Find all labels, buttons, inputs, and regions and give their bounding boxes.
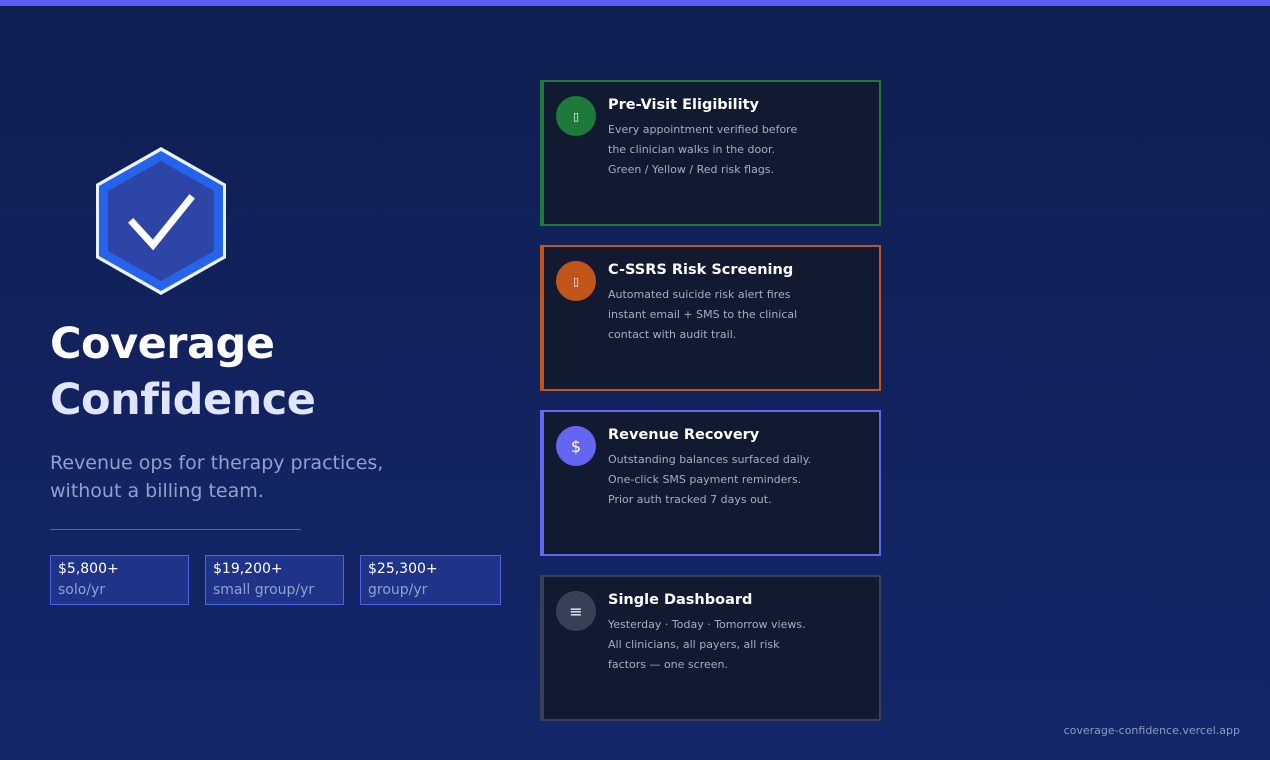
- feature-card-revenue-recovery: $ Revenue Recovery Outstanding balances …: [540, 410, 881, 556]
- tagline-line-2: without a billing team.: [50, 480, 264, 502]
- shield-check-icon: [96, 147, 226, 295]
- feature-description: Every appointment verified before the cl…: [608, 120, 868, 180]
- feature-line: Outstanding balances surfaced daily.: [608, 453, 812, 466]
- top-accent-bar: [0, 0, 1270, 6]
- stat-label: group/yr: [368, 582, 428, 598]
- feature-title: Revenue Recovery: [608, 427, 760, 443]
- dollar-icon: $: [556, 426, 596, 466]
- menu-icon: ≡: [556, 591, 596, 631]
- feature-description: Automated suicide risk alert fires insta…: [608, 285, 868, 345]
- tagline-line-1: Revenue ops for therapy practices,: [50, 452, 384, 474]
- title-line-2: Confidence: [50, 375, 316, 425]
- feature-line: the clinician walks in the door.: [608, 143, 775, 156]
- feature-line: contact with audit trail.: [608, 328, 737, 341]
- feature-line: One-click SMS payment reminders.: [608, 473, 802, 486]
- feature-title: Single Dashboard: [608, 592, 753, 608]
- feature-card-single-dashboard: ≡ Single Dashboard Yesterday · Today · T…: [540, 575, 881, 721]
- feature-description: Yesterday · Today · Tomorrow views. All …: [608, 615, 868, 675]
- tagline: Revenue ops for therapy practices, witho…: [50, 449, 410, 505]
- feature-line: Prior auth tracked 7 days out.: [608, 493, 772, 506]
- feature-line: Green / Yellow / Red risk flags.: [608, 163, 775, 176]
- feature-card-risk-screening: ▯ C-SSRS Risk Screening Automated suicid…: [540, 245, 881, 391]
- stat-value: $5,800+: [58, 561, 119, 577]
- feature-line: factors — one screen.: [608, 658, 728, 671]
- stat-small-group: $19,200+ small group/yr: [205, 555, 344, 605]
- title-line-1: Coverage: [50, 319, 275, 369]
- divider: [50, 529, 301, 530]
- stat-label: solo/yr: [58, 582, 106, 598]
- feature-description: Outstanding balances surfaced daily. One…: [608, 450, 868, 510]
- feature-line: Every appointment verified before: [608, 123, 798, 136]
- clipboard-icon: ▯: [556, 96, 596, 136]
- stat-solo: $5,800+ solo/yr: [50, 555, 189, 605]
- feature-title: C-SSRS Risk Screening: [608, 262, 794, 278]
- feature-card-pre-visit-eligibility: ▯ Pre-Visit Eligibility Every appointmen…: [540, 80, 881, 226]
- feature-line: instant email + SMS to the clinical: [608, 308, 798, 321]
- feature-line: All clinicians, all payers, all risk: [608, 638, 780, 651]
- footer-url[interactable]: coverage-confidence.vercel.app: [1064, 723, 1240, 739]
- stat-value: $25,300+: [368, 561, 438, 577]
- feature-line: Automated suicide risk alert fires: [608, 288, 791, 301]
- stat-label: small group/yr: [213, 582, 315, 598]
- feature-title: Pre-Visit Eligibility: [608, 97, 759, 113]
- page-title: Coverage Confidence: [50, 316, 316, 428]
- feature-line: Yesterday · Today · Tomorrow views.: [608, 618, 806, 631]
- stat-group: $25,300+ group/yr: [360, 555, 501, 605]
- alert-icon: ▯: [556, 261, 596, 301]
- stat-value: $19,200+: [213, 561, 283, 577]
